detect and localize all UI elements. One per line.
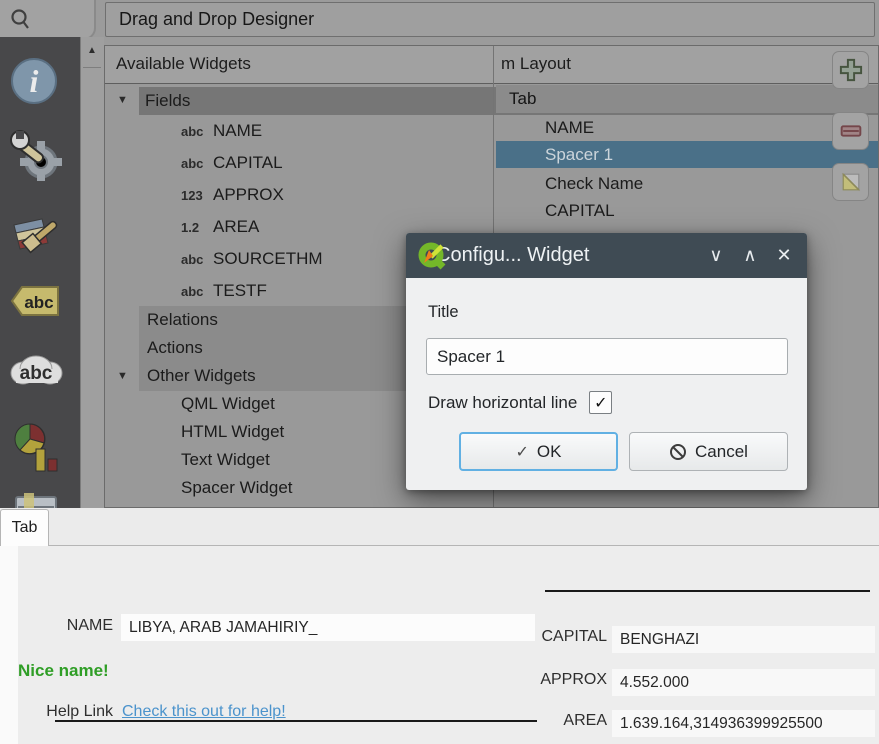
horizontal-spacer-line (55, 720, 537, 722)
form-layout-header: m Layout (501, 54, 571, 74)
layout-item-check-name[interactable]: Check Name (545, 170, 643, 197)
capital-label: CAPITAL (540, 628, 607, 646)
layout-item-name[interactable]: NAME (545, 114, 594, 141)
tree-group-relations[interactable]: Relations (147, 306, 218, 334)
dialog-close-button[interactable]: ✕ (767, 245, 801, 266)
tree-item-field[interactable]: 1.2 AREA (181, 211, 259, 243)
qgis-logo-icon (417, 241, 447, 271)
search-input[interactable] (0, 0, 96, 40)
tree-item-field[interactable]: abc NAME (181, 115, 262, 147)
preview-pane: NAME LIBYA, ARAB JAMAHIRIY_ Nice name! H… (18, 546, 879, 744)
tree-item-widget[interactable]: Text Widget (181, 446, 270, 474)
field-type-icon: abc (181, 252, 213, 267)
scroll-up-icon[interactable]: ▲ (84, 45, 100, 56)
help-link-label: Help Link (30, 703, 113, 721)
available-widgets-header: Available Widgets (116, 54, 251, 74)
remove-item-button[interactable] (832, 112, 869, 150)
tree-item-field[interactable]: abc CAPITAL (181, 147, 283, 179)
horizontal-spacer-line (545, 590, 870, 592)
field-type-icon: 1.2 (181, 220, 213, 235)
help-link[interactable]: Check this out for help! (122, 703, 286, 721)
properties-sidebar: i (0, 37, 80, 508)
draw-horizontal-line-row: Draw horizontal line ✓ (428, 391, 612, 414)
sidebar-item-symbology[interactable] (8, 205, 68, 261)
ok-button[interactable]: ✓ OK (459, 432, 618, 471)
area-input[interactable]: 1.639.164,314936399925500 (612, 710, 875, 737)
pie-chart-icon (8, 419, 64, 477)
tree-item-field[interactable]: abc SOURCETHM (181, 243, 323, 275)
ok-check-icon: ✓ (516, 442, 529, 462)
field-type-icon: abc (181, 156, 213, 171)
panel-headers: Available Widgets m Layout (105, 46, 878, 84)
title-field-input[interactable]: Spacer 1 (426, 338, 788, 375)
remove-icon (837, 117, 865, 145)
information-icon: i (8, 55, 62, 109)
svg-text:abc: abc (20, 363, 53, 384)
cancel-button[interactable]: Cancel (629, 432, 788, 471)
tree-group-fields[interactable]: Fields (145, 87, 190, 115)
add-tab-button[interactable] (832, 51, 869, 89)
tree-item-widget[interactable]: QML Widget (181, 390, 275, 418)
tree-item-widget[interactable]: Spacer Widget (181, 474, 293, 502)
name-label: NAME (30, 617, 113, 635)
layout-item-capital[interactable]: CAPITAL (545, 197, 615, 224)
approx-label: APPROX (540, 671, 607, 689)
configure-widget-dialog: Configu... Widget ∨ ∧ ✕ Title Spacer 1 D… (406, 233, 807, 490)
caret-down-icon[interactable]: ▼ (117, 370, 128, 382)
tree-item-widget[interactable]: HTML Widget (181, 418, 284, 446)
svg-text:i: i (30, 63, 39, 99)
field-type-icon: 123 (181, 188, 213, 203)
designer-mode-select[interactable]: Drag and Drop Designer (105, 2, 875, 37)
sidebar-item-diagrams[interactable] (8, 419, 68, 475)
qgis-attributes-form-window: Drag and Drop Designer i (0, 0, 879, 744)
label-tag-icon: abc (8, 279, 64, 323)
field-type-icon: abc (181, 284, 213, 299)
checkmark-icon: ✓ (594, 393, 607, 413)
svg-text:abc: abc (24, 293, 53, 312)
preview-tab-bar: Tab (0, 508, 879, 545)
tree-item-field[interactable]: abc TESTF (181, 275, 267, 307)
rename-icon (837, 168, 865, 196)
tree-group-other-widgets[interactable]: Other Widgets (147, 362, 256, 390)
mask-abc-icon: abc (8, 349, 66, 395)
tree-group-actions[interactable]: Actions (147, 334, 203, 362)
title-field-label: Title (428, 303, 459, 322)
search-icon (9, 8, 33, 32)
sidebar-item-source[interactable] (8, 129, 68, 185)
checkbox-label: Draw horizontal line (428, 393, 577, 413)
designer-mode-label: Drag and Drop Designer (119, 9, 314, 30)
dialog-title: Configu... Widget (436, 244, 589, 267)
plus-icon (837, 56, 865, 84)
sidebar-item-labels[interactable]: abc (8, 279, 68, 335)
rename-item-button[interactable] (832, 163, 869, 201)
layout-item-spacer1-selected[interactable]: Spacer 1 (545, 141, 613, 168)
name-input[interactable]: LIBYA, ARAB JAMAHIRIY_ (121, 614, 535, 641)
nice-name-message: Nice name! (18, 661, 109, 681)
sidebar-item-masks[interactable]: abc (8, 349, 68, 405)
field-type-icon: abc (181, 124, 213, 139)
draw-horizontal-line-checkbox[interactable]: ✓ (589, 391, 612, 414)
preview-tab[interactable]: Tab (0, 509, 49, 546)
top-bar: Drag and Drop Designer (0, 0, 879, 41)
paintbrush-icon (8, 205, 64, 261)
wrench-gear-icon (8, 129, 64, 185)
dialog-minimize-button[interactable]: ∨ (699, 245, 733, 266)
area-label: AREA (540, 712, 607, 730)
form-preview: Tab NAME LIBYA, ARAB JAMAHIRIY_ Nice nam… (0, 508, 879, 744)
approx-input[interactable]: 4.552.000 (612, 669, 875, 696)
sidebar-scrollbar[interactable]: ▲ (80, 37, 104, 508)
caret-down-icon[interactable]: ▼ (117, 94, 128, 106)
dialog-maximize-button[interactable]: ∧ (733, 245, 767, 266)
cancel-icon (669, 443, 687, 461)
sidebar-item-information[interactable]: i (8, 55, 68, 111)
tree-item-field[interactable]: 123 APPROX (181, 179, 284, 211)
capital-input[interactable]: BENGHAZI (612, 626, 875, 653)
layout-root-tab[interactable]: Tab (509, 85, 536, 113)
dialog-title-bar[interactable]: Configu... Widget ∨ ∧ ✕ (406, 233, 807, 278)
